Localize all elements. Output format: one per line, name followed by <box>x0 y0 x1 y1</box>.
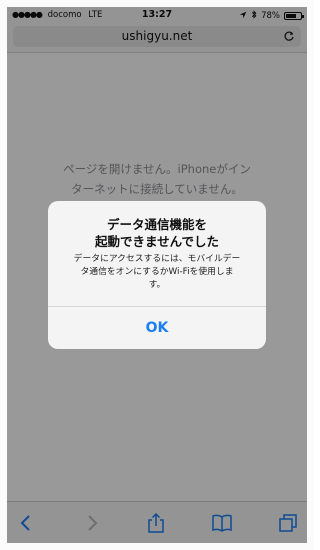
alert-message-line: す。 <box>148 280 166 290</box>
alert-message-line: タ通信をオンにするかWi-Fiを使用しま <box>80 267 234 277</box>
alert-title-line: 起動できませんでした <box>94 234 219 249</box>
alert-message: データにアクセスするには、モバイルデー タ通信をオンにするかWi-Fiを使用しま… <box>58 253 256 292</box>
screenshot-frame: ●●●●● docomo LTE 13:27 78% ushigyu.net ペ… <box>0 0 314 550</box>
alert-title-line: データ通信機能を <box>106 217 207 232</box>
cellular-data-alert: データ通信機能を 起動できませんでした データにアクセスするには、モバイルデー … <box>48 201 266 349</box>
alert-title: データ通信機能を 起動できませんでした <box>58 216 256 250</box>
ok-button[interactable]: OK <box>48 307 266 349</box>
alert-message-line: データにアクセスするには、モバイルデー <box>73 254 241 264</box>
phone-screen: ●●●●● docomo LTE 13:27 78% ushigyu.net ペ… <box>7 7 307 543</box>
